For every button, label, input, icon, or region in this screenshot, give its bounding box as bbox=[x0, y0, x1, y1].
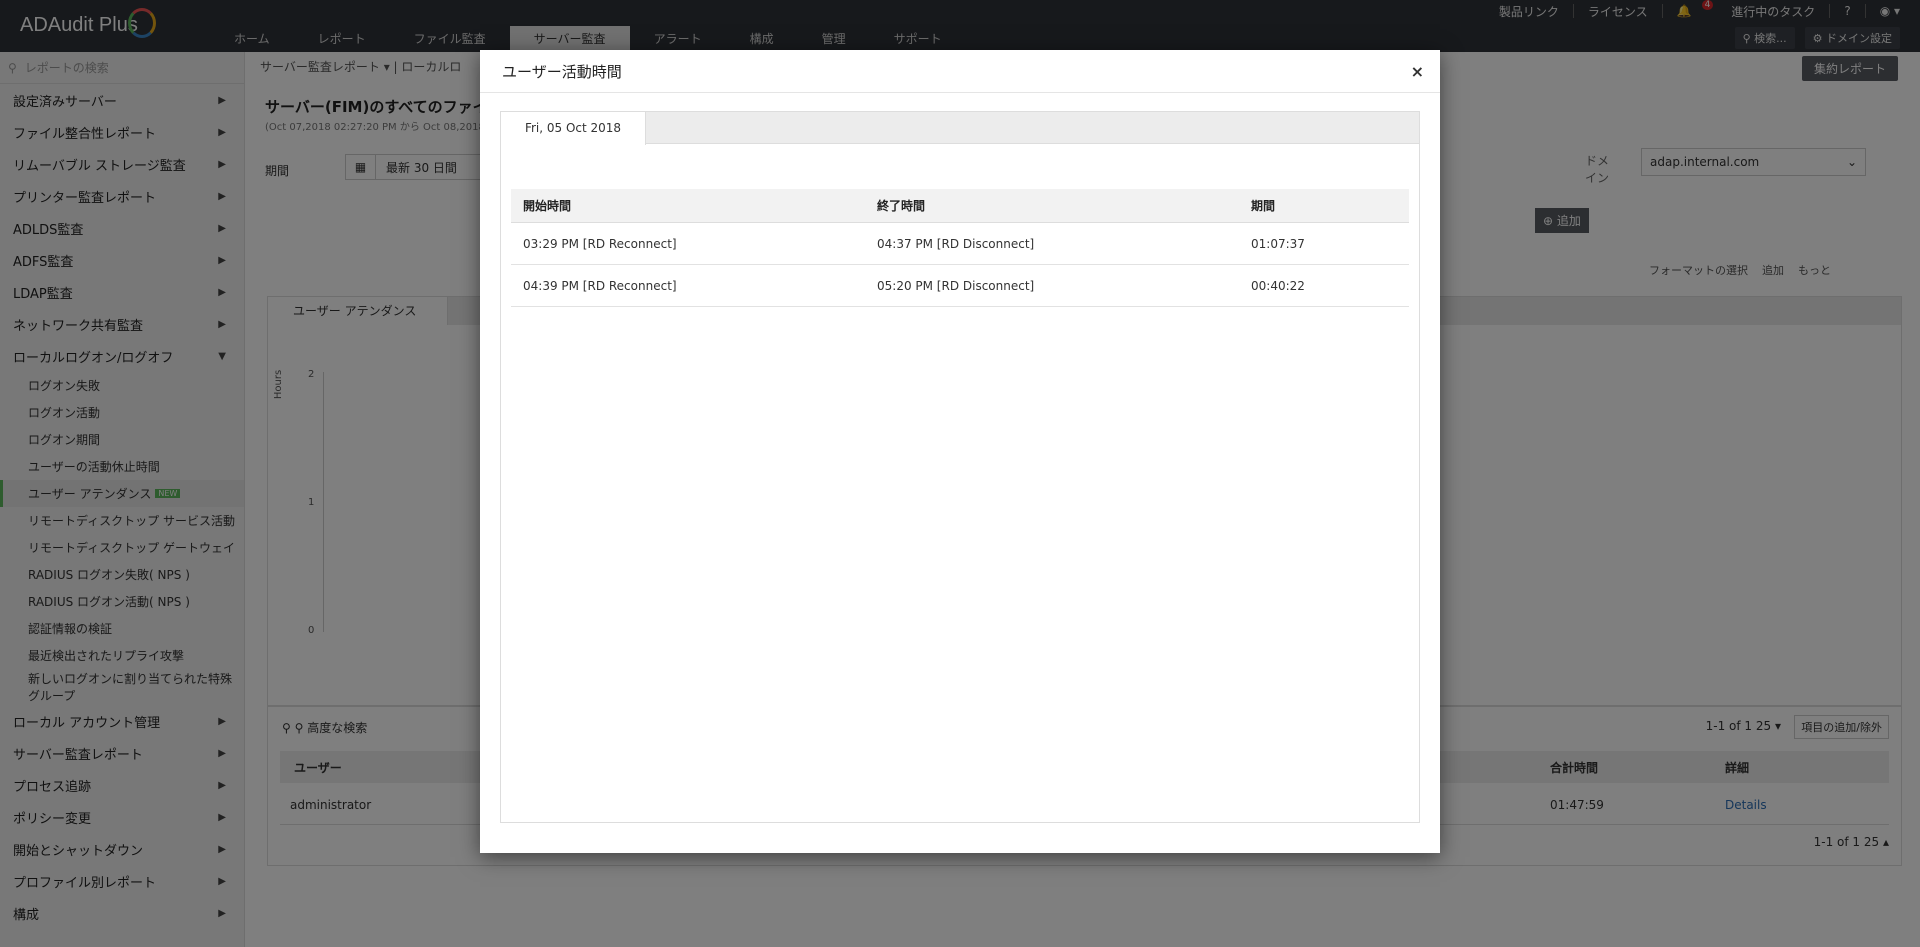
close-icon[interactable]: × bbox=[1411, 62, 1424, 81]
modal-title: ユーザー活動時間 bbox=[502, 62, 622, 81]
modal-header: ユーザー活動時間 × bbox=[480, 50, 1440, 93]
cell-end: 04:37 PM [RD Disconnect] bbox=[877, 236, 1035, 251]
col-header-start: 開始時間 bbox=[523, 199, 572, 213]
modal-tab-bar: Fri, 05 Oct 2018 bbox=[501, 112, 1419, 145]
cell-duration: 01:07:37 bbox=[1251, 236, 1305, 251]
cell-duration: 00:40:22 bbox=[1251, 278, 1305, 293]
activity-table: 開始時間 終了時間 期間 03:29 PM [RD Reconnect] 04:… bbox=[511, 189, 1409, 307]
cell-end: 05:20 PM [RD Disconnect] bbox=[877, 278, 1035, 293]
table-row: 04:39 PM [RD Reconnect] 05:20 PM [RD Dis… bbox=[511, 265, 1409, 307]
table-row: 03:29 PM [RD Reconnect] 04:37 PM [RD Dis… bbox=[511, 223, 1409, 265]
modal-panel: Fri, 05 Oct 2018 開始時間 終了時間 期間 03:29 PM [… bbox=[500, 111, 1420, 823]
table-header: 開始時間 終了時間 期間 bbox=[511, 189, 1409, 223]
col-header-end: 終了時間 bbox=[877, 199, 926, 213]
col-header-duration: 期間 bbox=[1251, 199, 1276, 213]
cell-start: 03:29 PM [RD Reconnect] bbox=[523, 236, 677, 251]
tab-date[interactable]: Fri, 05 Oct 2018 bbox=[501, 112, 646, 145]
cell-start: 04:39 PM [RD Reconnect] bbox=[523, 278, 677, 293]
user-activity-modal: ユーザー活動時間 × Fri, 05 Oct 2018 開始時間 終了時間 期間… bbox=[480, 50, 1440, 853]
